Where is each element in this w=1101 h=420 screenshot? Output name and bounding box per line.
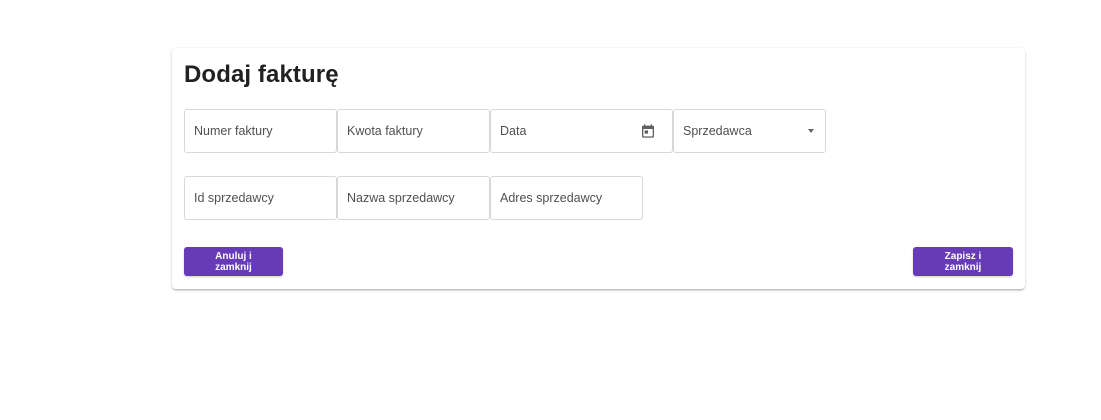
- dropdown-arrow-icon: [808, 129, 814, 133]
- seller-select-label: Sprzedawca: [683, 124, 752, 138]
- save-and-close-button[interactable]: Zapisz i zamknij: [913, 247, 1013, 276]
- seller-name-field[interactable]: Nazwa sprzedawcy: [337, 176, 490, 220]
- calendar-icon[interactable]: [640, 123, 656, 139]
- invoice-number-field[interactable]: Numer faktury: [184, 109, 337, 153]
- seller-name-label: Nazwa sprzedawcy: [347, 191, 455, 205]
- seller-address-field[interactable]: Adres sprzedawcy: [490, 176, 643, 220]
- page-title: Dodaj fakturę: [184, 61, 339, 88]
- invoice-amount-label: Kwota faktury: [347, 124, 423, 138]
- invoice-number-label: Numer faktury: [194, 124, 273, 138]
- cancel-and-close-button[interactable]: Anuluj i zamknij: [184, 247, 283, 276]
- invoice-amount-field[interactable]: Kwota faktury: [337, 109, 490, 153]
- date-field[interactable]: Data: [490, 109, 673, 153]
- seller-id-field[interactable]: Id sprzedawcy: [184, 176, 337, 220]
- seller-id-label: Id sprzedawcy: [194, 191, 274, 205]
- add-invoice-card: Dodaj fakturę Numer faktury Kwota faktur…: [172, 48, 1025, 289]
- seller-select[interactable]: Sprzedawca: [673, 109, 826, 153]
- seller-address-label: Adres sprzedawcy: [500, 191, 603, 205]
- date-label: Data: [500, 124, 527, 138]
